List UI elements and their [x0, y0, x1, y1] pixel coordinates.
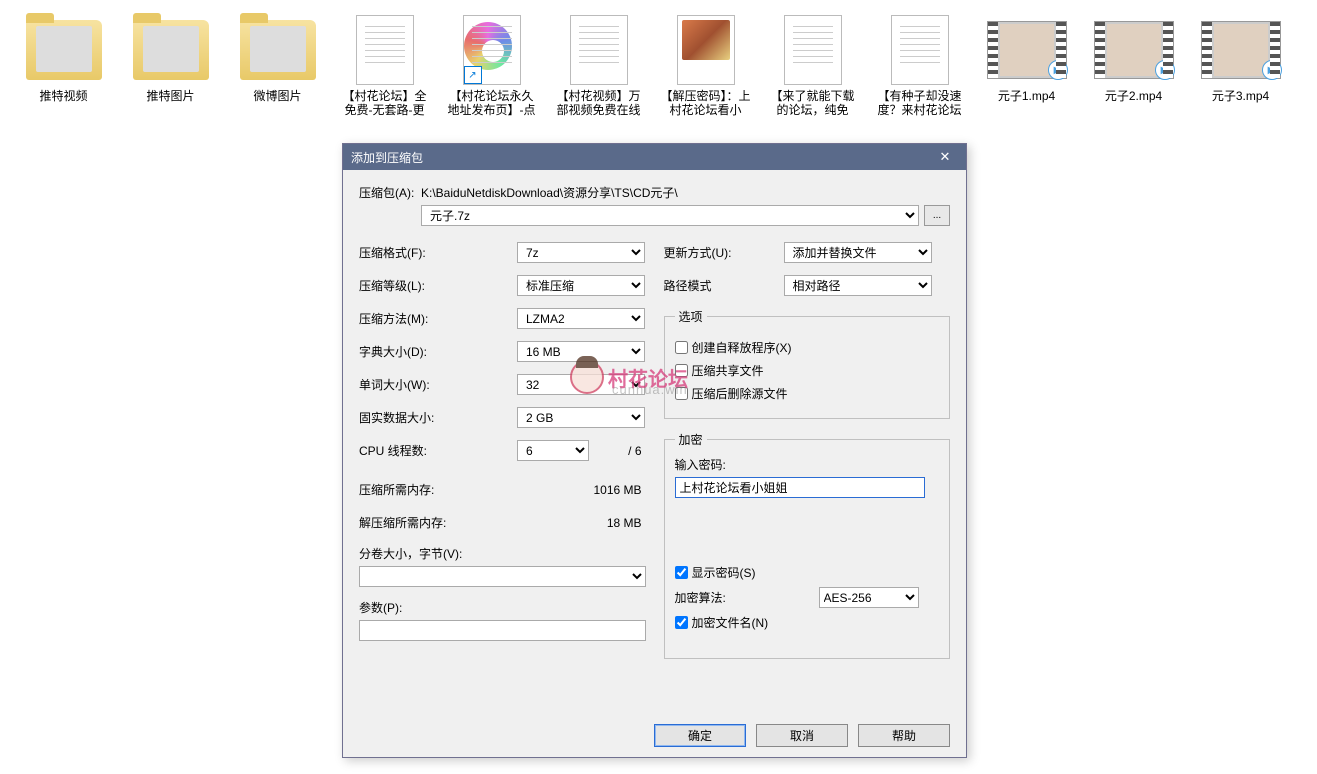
video-file-icon: ▶ — [1094, 15, 1174, 85]
options-fieldset: 选项 创建自释放程序(X) 压缩共享文件 压缩后删除源文件 — [664, 308, 951, 419]
text-file-icon — [559, 15, 639, 85]
folder-icon — [238, 15, 318, 85]
cpu-label: CPU 线程数: — [359, 442, 517, 459]
video-file-icon: ▶ — [1201, 15, 1281, 85]
folder-icon — [24, 15, 104, 85]
dict-select[interactable]: 16 MB — [517, 341, 645, 362]
ok-button[interactable]: 确定 — [654, 724, 746, 747]
close-button[interactable]: ✕ — [932, 147, 958, 167]
mem-comp-value: 1016 MB — [517, 483, 646, 497]
level-label: 压缩等级(L): — [359, 277, 517, 294]
right-column: 更新方式(U): 添加并替换文件 路径模式 相对路径 选项 创建自释放程序(X) — [664, 242, 951, 714]
desktop-item-label: 元子3.mp4 — [1212, 89, 1269, 103]
desktop-item-label: 元子2.mp4 — [1105, 89, 1162, 103]
button-bar: 确定 取消 帮助 — [359, 714, 950, 747]
enc-algo-label: 加密算法: — [675, 589, 815, 606]
text-file-icon — [345, 15, 425, 85]
browse-button[interactable]: ... — [924, 205, 950, 226]
titlebar[interactable]: 添加到压缩包 ✕ — [343, 144, 966, 170]
folder-icon — [131, 15, 211, 85]
url-shortcut-icon: ↗ — [452, 15, 532, 85]
desktop-item-3[interactable]: 【村花论坛】全免费-无套路-更 — [331, 15, 438, 117]
mem-comp-label: 压缩所需内存: — [359, 481, 517, 498]
path-select[interactable]: 相对路径 — [784, 275, 932, 296]
split-label: 分卷大小，字节(V): — [359, 547, 462, 561]
enc-algo-select[interactable]: AES-256 — [819, 587, 919, 608]
desktop-item-7[interactable]: 【来了就能下载的论坛，纯免 — [759, 15, 866, 117]
mem-decomp-label: 解压缩所需内存: — [359, 514, 517, 531]
archive-path: K:\BaiduNetdiskDownload\资源分享\TS\CD元子\ — [421, 184, 678, 201]
desktop-item-5[interactable]: 【村花视频】万部视频免费在线 — [545, 15, 652, 117]
desktop-item-label: 元子1.mp4 — [998, 89, 1055, 103]
params-label: 参数(P): — [359, 601, 402, 615]
method-label: 压缩方法(M): — [359, 310, 517, 327]
desktop-item-label: 【解压密码】：上村花论坛看小 — [658, 89, 753, 117]
word-label: 单词大小(W): — [359, 376, 517, 393]
dialog-body: 压缩包(A): K:\BaiduNetdiskDownload\资源分享\TS\… — [343, 170, 966, 757]
mem-decomp-value: 18 MB — [517, 516, 646, 530]
desktop-item-0[interactable]: 推特视频 — [10, 15, 117, 117]
encrypt-names-label: 加密文件名(N) — [692, 614, 769, 631]
left-column: 压缩格式(F): 7z 压缩等级(L): 标准压缩 压缩方法(M): LZMA2… — [359, 242, 646, 714]
solid-select[interactable]: 2 GB — [517, 407, 645, 428]
path-label: 路径模式 — [664, 277, 784, 294]
compress-dialog: 添加到压缩包 ✕ 压缩包(A): K:\BaiduNetdiskDownload… — [342, 143, 967, 758]
params-input[interactable] — [359, 620, 646, 641]
desktop-item-6[interactable]: 【解压密码】：上村花论坛看小 — [652, 15, 759, 117]
desktop-item-4[interactable]: ↗ 【村花论坛永久地址发布页】-点 — [438, 15, 545, 117]
desktop-item-label: 【来了就能下载的论坛，纯免 — [765, 89, 860, 117]
desktop-item-label: 【有种子却没速度？来村花论坛 — [872, 89, 967, 117]
desktop-item-11[interactable]: ▶ 元子3.mp4 — [1187, 15, 1294, 117]
shared-label: 压缩共享文件 — [692, 362, 764, 379]
encryption-legend: 加密 — [675, 431, 707, 448]
update-select[interactable]: 添加并替换文件 — [784, 242, 932, 263]
cancel-button[interactable]: 取消 — [756, 724, 848, 747]
format-label: 压缩格式(F): — [359, 244, 517, 261]
split-select[interactable] — [359, 566, 646, 587]
update-label: 更新方式(U): — [664, 244, 784, 261]
desktop-item-label: 微博图片 — [253, 89, 301, 103]
text-file-icon — [773, 15, 853, 85]
encrypt-names-checkbox[interactable] — [675, 616, 688, 629]
desktop-item-label: 【村花视频】万部视频免费在线 — [551, 89, 646, 117]
solid-label: 固实数据大小: — [359, 409, 517, 426]
delete-label: 压缩后删除源文件 — [692, 385, 788, 402]
level-select[interactable]: 标准压缩 — [517, 275, 645, 296]
delete-checkbox[interactable] — [675, 387, 688, 400]
show-password-label: 显示密码(S) — [692, 564, 756, 581]
text-file-icon — [880, 15, 960, 85]
desktop-item-label: 【村花论坛永久地址发布页】-点 — [444, 89, 539, 117]
desktop-area: 推特视频 推特图片 微博图片 【村花论坛】全免费-无套路-更 ↗ 【村花论坛永久地址发布页… — [0, 0, 1317, 132]
encryption-fieldset: 加密 输入密码: 显示密码(S) 加密算法: AES-256 — [664, 431, 951, 659]
dialog-title: 添加到压缩包 — [351, 149, 932, 166]
archive-name-select[interactable]: 元子.7z — [421, 205, 919, 226]
cpu-max: / 6 — [589, 444, 646, 458]
password-label: 输入密码: — [675, 458, 726, 472]
desktop-item-8[interactable]: 【有种子却没速度？来村花论坛 — [866, 15, 973, 117]
desktop-item-9[interactable]: ▶ 元子1.mp4 — [973, 15, 1080, 117]
video-file-icon: ▶ — [987, 15, 1067, 85]
shared-checkbox[interactable] — [675, 364, 688, 377]
format-select[interactable]: 7z — [517, 242, 645, 263]
desktop-item-10[interactable]: ▶ 元子2.mp4 — [1080, 15, 1187, 117]
desktop-item-2[interactable]: 微博图片 — [224, 15, 331, 117]
sfx-label: 创建自释放程序(X) — [692, 339, 792, 356]
desktop-item-label: 【村花论坛】全免费-无套路-更 — [337, 89, 432, 117]
cpu-select[interactable]: 6 — [517, 440, 589, 461]
method-select[interactable]: LZMA2 — [517, 308, 645, 329]
desktop-item-label: 推特视频 — [39, 89, 87, 103]
options-legend: 选项 — [675, 308, 707, 325]
desktop-item-1[interactable]: 推特图片 — [117, 15, 224, 117]
show-password-checkbox[interactable] — [675, 566, 688, 579]
sfx-checkbox[interactable] — [675, 341, 688, 354]
word-select[interactable]: 32 — [517, 374, 645, 395]
help-button[interactable]: 帮助 — [858, 724, 950, 747]
archive-label: 压缩包(A): — [359, 184, 415, 201]
desktop-item-label: 推特图片 — [146, 89, 194, 103]
paint-file-icon — [666, 15, 746, 85]
password-input[interactable] — [675, 477, 925, 498]
dict-label: 字典大小(D): — [359, 343, 517, 360]
